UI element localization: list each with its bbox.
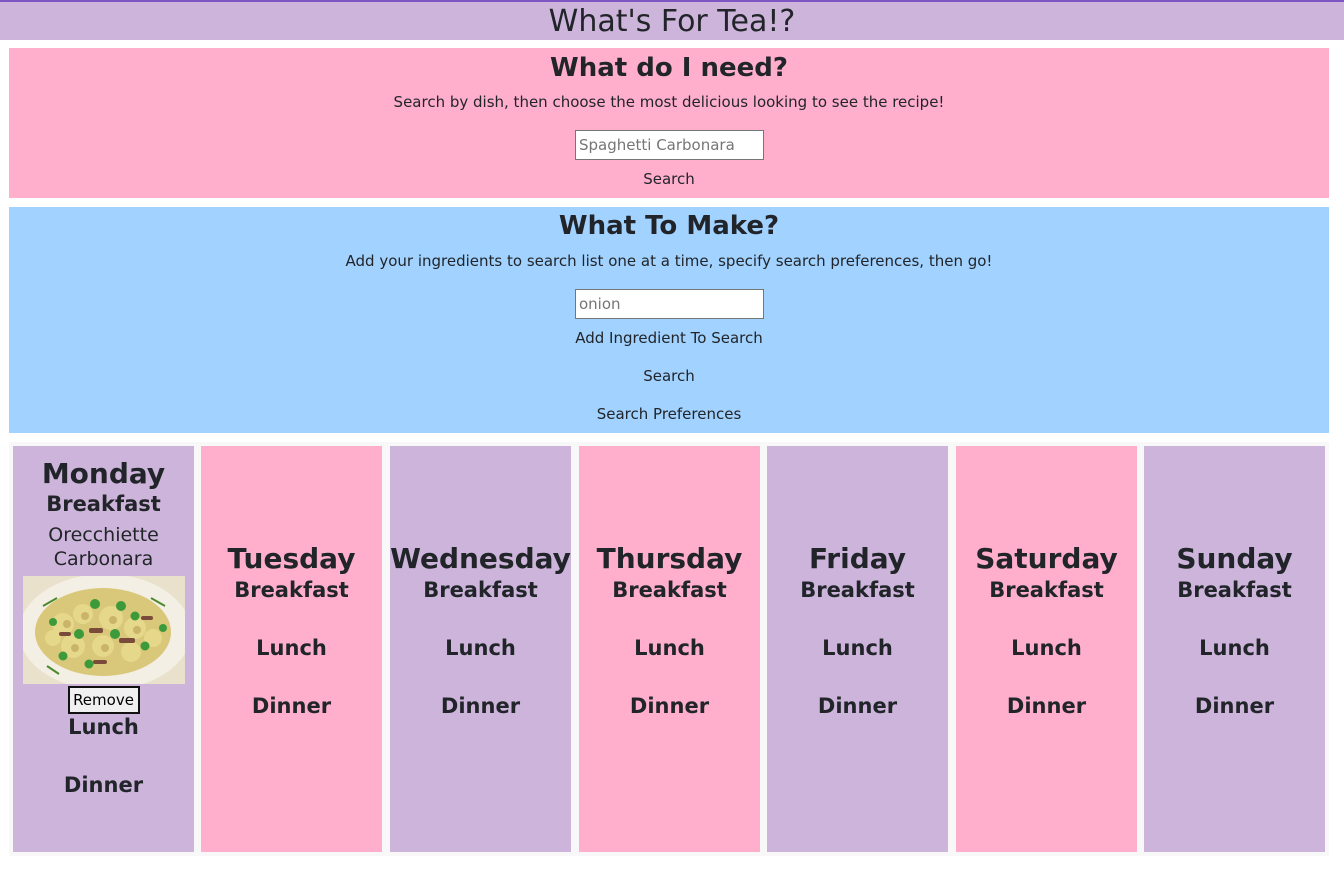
day-column-thursday: Thursday Breakfast Lunch Dinner (579, 446, 760, 852)
meal-slot-lunch[interactable] (1144, 661, 1325, 693)
meal-slot-breakfast[interactable] (579, 603, 760, 635)
day-column-friday: Friday Breakfast Lunch Dinner (767, 446, 948, 852)
day-title: Saturday (975, 542, 1118, 575)
meal-label-dinner: Dinner (1006, 694, 1087, 718)
pasta-dish-image (22, 576, 185, 684)
ingredient-search-section: What To Make? Add your ingredients to se… (9, 207, 1329, 433)
meal-slot-lunch[interactable] (956, 661, 1137, 693)
meal-label-dinner: Dinner (63, 773, 144, 797)
day-title: Wednesday (390, 542, 571, 575)
meal-slot-breakfast[interactable] (767, 603, 948, 635)
meal-label-lunch: Lunch (68, 715, 139, 739)
meal-label-dinner: Dinner (251, 694, 332, 718)
remove-recipe-button[interactable]: Remove (67, 686, 140, 714)
meal-slot-lunch[interactable] (201, 661, 382, 693)
meal-label-lunch: Lunch (256, 636, 327, 660)
dish-search-description: Search by dish, then choose the most del… (393, 93, 945, 111)
meal-label-dinner: Dinner (817, 694, 898, 718)
meal-label-lunch: Lunch (445, 636, 516, 660)
day-title: Monday (41, 457, 166, 490)
meal-label-dinner: Dinner (629, 694, 710, 718)
meal-label-breakfast: Breakfast (234, 578, 349, 602)
meal-label-lunch: Lunch (822, 636, 893, 660)
recipe-title[interactable]: Orecchiette Carbonara (13, 523, 194, 571)
dish-search-heading: What do I need? (550, 53, 788, 83)
day-title: Sunday (1176, 542, 1293, 575)
ingredient-search-description: Add your ingredients to search list one … (345, 252, 993, 270)
meal-slot-lunch[interactable] (390, 661, 571, 693)
meal-label-breakfast: Breakfast (423, 578, 538, 602)
dish-search-button[interactable]: Search (539, 169, 799, 189)
meal-slot-lunch[interactable] (767, 661, 948, 693)
meal-label-lunch: Lunch (1011, 636, 1082, 660)
meal-slot-breakfast[interactable] (1144, 603, 1325, 635)
day-column-wednesday: Wednesday Breakfast Lunch Dinner (390, 446, 571, 852)
day-column-saturday: Saturday Breakfast Lunch Dinner (956, 446, 1137, 852)
meal-label-breakfast: Breakfast (989, 578, 1104, 602)
ingredient-search-button[interactable]: Search (539, 366, 799, 386)
meal-slot-breakfast[interactable] (390, 603, 571, 635)
day-column-tuesday: Tuesday Breakfast Lunch Dinner (201, 446, 382, 852)
meal-label-breakfast: Breakfast (46, 492, 161, 516)
meal-slot-lunch[interactable] (579, 661, 760, 693)
meal-label-lunch: Lunch (1199, 636, 1270, 660)
day-title: Tuesday (227, 542, 356, 575)
meal-label-dinner: Dinner (440, 694, 521, 718)
ingredient-search-heading: What To Make? (558, 211, 780, 241)
app-title: What's For Tea!? (548, 4, 796, 39)
day-title: Thursday (596, 542, 743, 575)
meal-slot-breakfast[interactable] (956, 603, 1137, 635)
day-column-sunday: Sunday Breakfast Lunch Dinner (1144, 446, 1325, 852)
meal-label-breakfast: Breakfast (1177, 578, 1292, 602)
dish-search-input[interactable] (575, 130, 764, 160)
app-header: What's For Tea!? (0, 0, 1344, 40)
meal-slot-breakfast[interactable] (201, 603, 382, 635)
add-ingredient-button[interactable]: Add Ingredient To Search (539, 328, 799, 348)
meal-label-breakfast: Breakfast (612, 578, 727, 602)
meal-label-breakfast: Breakfast (800, 578, 915, 602)
day-title: Friday (808, 542, 907, 575)
ingredient-input[interactable] (575, 289, 764, 319)
meal-label-lunch: Lunch (634, 636, 705, 660)
dish-search-section: What do I need? Search by dish, then cho… (9, 48, 1329, 198)
day-column-monday: Monday Breakfast Orecchiette Carbonara R… (13, 446, 194, 852)
search-preferences-button[interactable]: Search Preferences (539, 404, 799, 424)
meal-slot-lunch[interactable] (13, 740, 194, 772)
recipe-image[interactable] (22, 576, 185, 684)
meal-label-dinner: Dinner (1194, 694, 1275, 718)
weekly-meal-planner: Monday Breakfast Orecchiette Carbonara R… (9, 442, 1329, 856)
